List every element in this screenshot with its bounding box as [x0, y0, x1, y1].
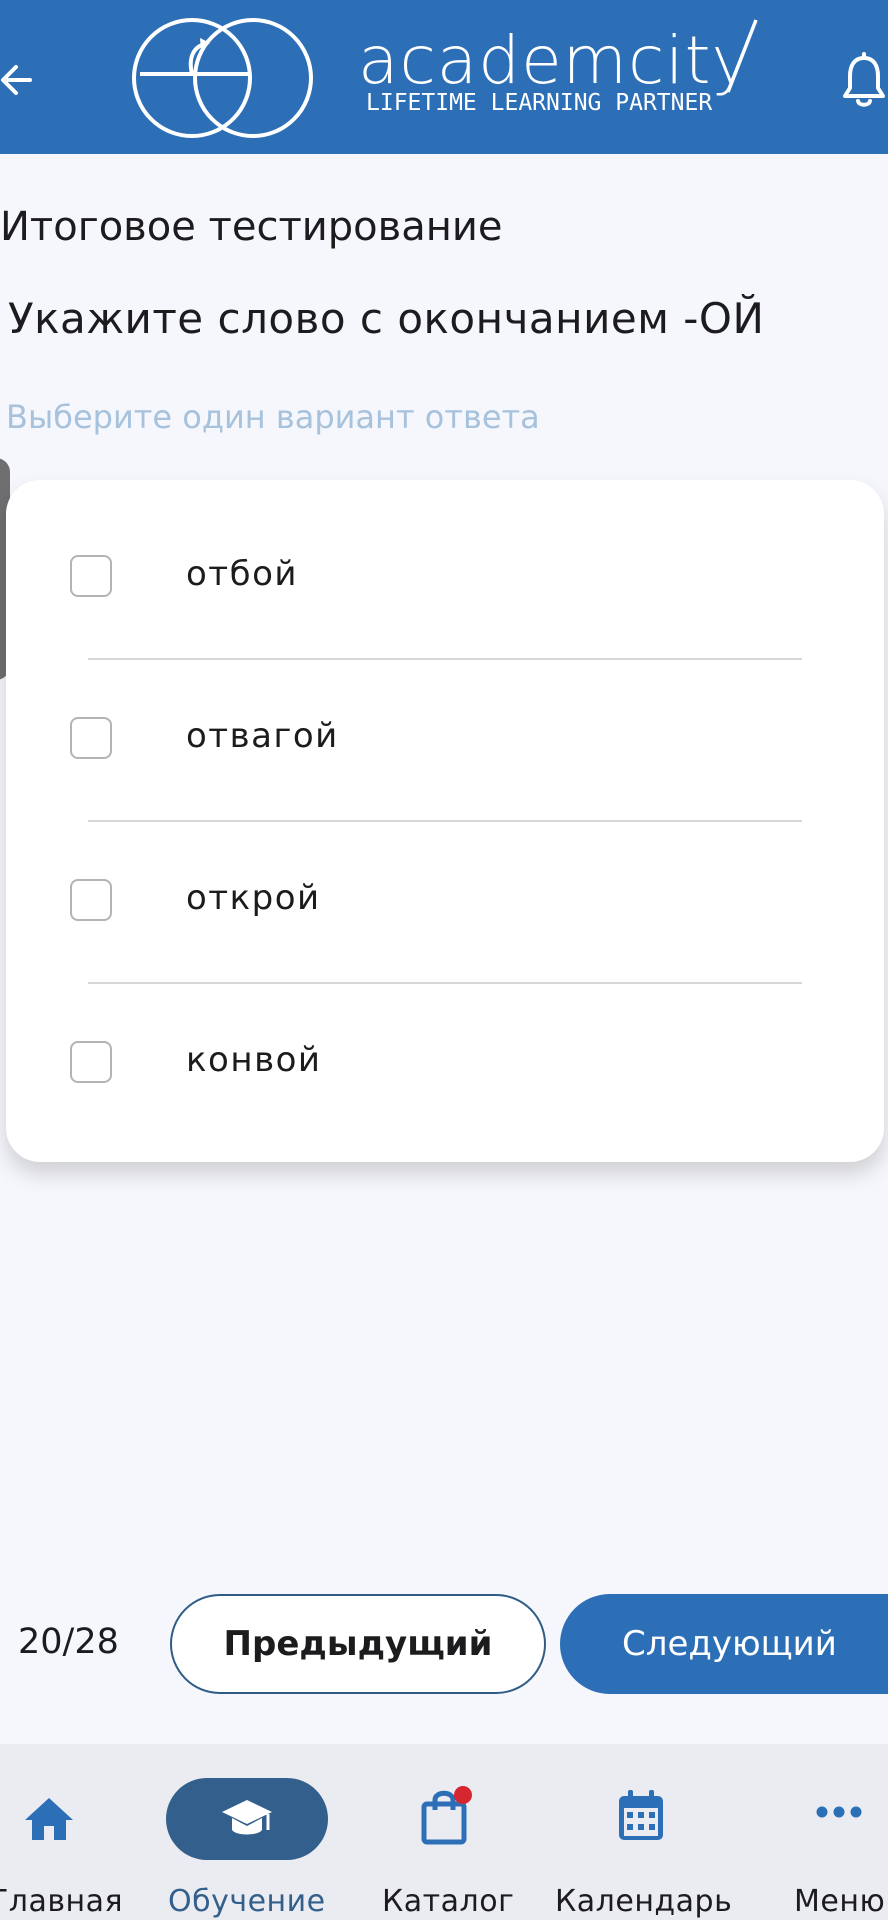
answer-option[interactable]: отвагой: [6, 642, 884, 804]
tab-calendar[interactable]: Календарь: [550, 1744, 740, 1920]
logo-slash-icon: [726, 19, 758, 93]
tab-label: Обучение: [168, 1884, 326, 1919]
home-icon: [25, 1798, 73, 1840]
tab-home[interactable]: Главная: [0, 1744, 124, 1920]
academcity-logo: academcity LIFETIME LEARNING PARTNER: [124, 12, 774, 144]
tab-learning[interactable]: Обучение: [150, 1744, 340, 1920]
tab-label: Каталог: [382, 1884, 515, 1919]
answer-label: отвагой: [186, 716, 339, 756]
more-dots-icon: [816, 1806, 862, 1818]
back-button[interactable]: [0, 56, 40, 104]
logo-tagline: LIFETIME LEARNING PARTNER: [366, 90, 713, 116]
answer-checkbox[interactable]: [70, 717, 112, 759]
page: academcity LIFETIME LEARNING PARTNER Ито…: [0, 0, 888, 1920]
calendar-icon: [619, 1790, 663, 1840]
answer-label: отбой: [186, 554, 298, 594]
app-header: academcity LIFETIME LEARNING PARTNER: [0, 0, 888, 154]
tab-catalog[interactable]: Каталог: [370, 1744, 520, 1920]
arrow-left-icon: [1, 65, 32, 95]
answer-label: открой: [186, 878, 321, 918]
answer-checkbox[interactable]: [70, 879, 112, 921]
tab-label: Меню: [794, 1884, 886, 1919]
catalog-badge: [454, 1786, 472, 1804]
answer-option[interactable]: открой: [6, 804, 884, 966]
answers-card: отбой отвагой открой конвой: [6, 480, 884, 1162]
answer-hint: Выберите один вариант ответа: [6, 398, 540, 436]
answer-label: конвой: [186, 1040, 322, 1080]
page-title: Итоговое тестирование: [0, 204, 503, 250]
graduation-cap-icon: [222, 1800, 272, 1835]
next-button[interactable]: Следующий: [560, 1594, 888, 1694]
question-counter: 20/28: [18, 1622, 119, 1662]
tab-label: Календарь: [555, 1884, 733, 1919]
previous-button[interactable]: Предыдущий: [170, 1594, 546, 1694]
answer-checkbox[interactable]: [70, 1041, 112, 1083]
logo-mark-icon: [132, 18, 313, 138]
tab-menu[interactable]: Меню: [780, 1744, 888, 1920]
answer-option[interactable]: отбой: [6, 480, 884, 642]
notifications-button[interactable]: [840, 52, 888, 110]
tab-label: Главная: [0, 1884, 124, 1919]
answer-option[interactable]: конвой: [6, 966, 884, 1128]
question-text: Укажите слово с окончанием -ОЙ: [8, 294, 765, 343]
answer-checkbox[interactable]: [70, 555, 112, 597]
bell-icon: [843, 52, 885, 107]
bottom-tab-bar: Главная Обучение Каталог Календарь Меню: [0, 1744, 888, 1920]
